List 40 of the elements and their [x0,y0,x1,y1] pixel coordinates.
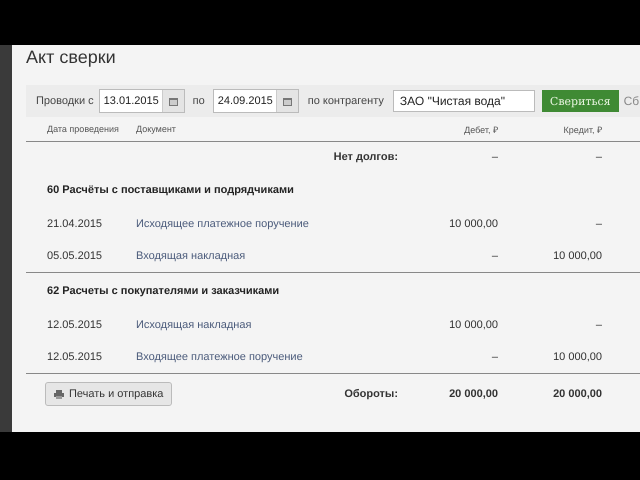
table-cell-text: – [490,351,498,363]
table-cell-text: – [594,218,602,230]
table-cell-text: 10 000,00 [552,250,602,262]
section-title: 60 Расчёты с поставщиками и подрядчиками [47,184,295,196]
reconcile-button[interactable]: Свериться [542,90,619,112]
totals-label: Обороты: [344,388,398,400]
document-link[interactable]: Исходящее платежное поручение [136,218,398,230]
table-cell-text: 20 000,00 [552,388,602,400]
document-link[interactable]: Входящая накладная [136,250,398,262]
table-cell-text: 10 000,00 [552,351,602,363]
table-cell-text: 12.05.2015 [47,351,104,363]
calendar-icon [168,96,178,106]
counterparty-label: по контрагенту [308,95,384,107]
section-title: 62 Расчеты с покупателями и заказчиками [47,285,280,297]
column-header: Дата проведения [47,124,120,134]
column-header: Документ [136,124,177,134]
calendar-icon [282,96,292,106]
column-header: Кредит, ₽ [564,124,602,134]
document-link[interactable]: Входящее платежное поручение [136,351,398,363]
from-label: Проводки с [36,95,94,107]
table-cell-text: 20 000,00 [448,388,498,400]
opening-label: Нет долгов: [334,151,398,163]
table-cell-text: – [594,151,602,163]
document-link[interactable]: Исходящая накладная [136,319,398,331]
table-cell-text: 21.04.2015 [47,218,104,230]
table-cell-text: – [594,319,602,331]
date-to-field[interactable]: 24.09.2015 [212,89,299,113]
table-cell-text: – [490,250,498,262]
table-cell-text: 10 000,00 [448,319,498,331]
printer-icon [54,390,64,398]
date-from-field[interactable]: 13.01.2015 [98,89,185,113]
table-cell-text: 12.05.2015 [47,319,104,331]
table-cell-text: 10 000,00 [448,218,498,230]
counterparty-field[interactable]: ЗАО "Чистая вода" [392,90,535,112]
table-cell-text: – [490,151,498,163]
column-header: Дебет, ₽ [464,124,498,134]
print-send-button[interactable]: Печать и отправка [45,382,172,406]
page-title: Акт сверки [26,46,117,69]
to-label: по [192,95,205,107]
table-cell-text: 05.05.2015 [47,250,104,262]
